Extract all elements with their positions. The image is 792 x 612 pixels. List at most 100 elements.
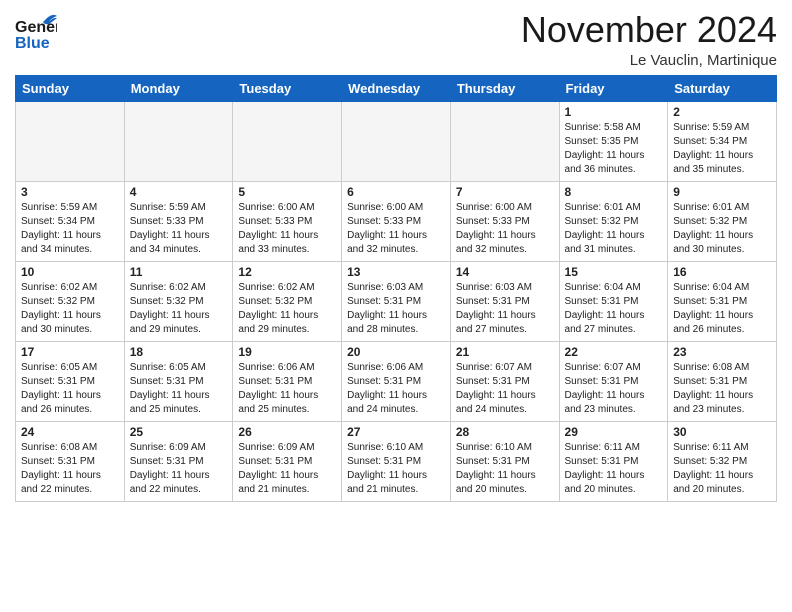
weekday-header-wednesday: Wednesday (342, 75, 451, 101)
calendar-cell: 9 Sunrise: 6:01 AM Sunset: 5:32 PM Daylig… (668, 181, 777, 261)
calendar-cell: 23Sunrise: 6:08 AM Sunset: 5:31 PM Dayli… (668, 341, 777, 421)
day-info: Sunrise: 6:05 AM Sunset: 5:31 PM Dayligh… (21, 361, 119, 417)
calendar-cell: 15Sunrise: 6:04 AM Sunset: 5:31 PM Dayli… (559, 261, 668, 341)
calendar-cell: 18 Sunrise: 6:05 AM Sunset: 5:31 PM Dayli… (124, 341, 233, 421)
day-number: 25 (130, 425, 228, 439)
calendar-cell: 10Sunrise: 6:02 AM Sunset: 5:32 PM Dayli… (16, 261, 125, 341)
day-number: 24 (21, 425, 119, 439)
day-info: Sunrise: 6:07 AM Sunset: 5:31 PM Dayligh… (565, 361, 663, 417)
day-number: 2 (673, 105, 771, 119)
day-number: 20 (347, 345, 445, 359)
calendar-cell: 11 Sunrise: 6:02 AM Sunset: 5:32 PM Dayli… (124, 261, 233, 341)
calendar: SundayMondayTuesdayWednesdayThursdayFrid… (15, 75, 777, 502)
day-number: 22 (565, 345, 663, 359)
day-info: Sunrise: 6:06 AM Sunset: 5:31 PM Dayligh… (347, 361, 445, 417)
header: General Blue November 2024 Le Vauclin, M… (15, 10, 777, 69)
calendar-cell: 6 Sunrise: 6:00 AM Sunset: 5:33 PM Daylig… (342, 181, 451, 261)
day-info: Sunrise: 6:10 AM Sunset: 5:31 PM Dayligh… (347, 441, 445, 497)
calendar-cell: 17 Sunrise: 6:05 AM Sunset: 5:31 PM Dayli… (16, 341, 125, 421)
calendar-cell: 20 Sunrise: 6:06 AM Sunset: 5:31 PM Dayli… (342, 341, 451, 421)
calendar-cell: 25 Sunrise: 6:09 AM Sunset: 5:31 PM Dayli… (124, 421, 233, 501)
day-info: Sunrise: 5:59 AM Sunset: 5:34 PM Dayligh… (673, 121, 771, 177)
day-number: 19 (238, 345, 336, 359)
calendar-cell: 29 Sunrise: 6:11 AM Sunset: 5:31 PM Dayli… (559, 421, 668, 501)
weekday-header-monday: Monday (124, 75, 233, 101)
day-info: Sunrise: 6:06 AM Sunset: 5:31 PM Dayligh… (238, 361, 336, 417)
day-info: Sunrise: 6:03 AM Sunset: 5:31 PM Dayligh… (347, 281, 445, 337)
calendar-cell: 1 Sunrise: 5:58 AM Sunset: 5:35 PM Daylig… (559, 101, 668, 181)
day-number: 7 (456, 185, 554, 199)
calendar-cell: 21 Sunrise: 6:07 AM Sunset: 5:31 PM Dayli… (450, 341, 559, 421)
day-info: Sunrise: 6:02 AM Sunset: 5:32 PM Dayligh… (130, 281, 228, 337)
calendar-cell: 16Sunrise: 6:04 AM Sunset: 5:31 PM Dayli… (668, 261, 777, 341)
calendar-cell: 27 Sunrise: 6:10 AM Sunset: 5:31 PM Dayli… (342, 421, 451, 501)
calendar-cell (233, 101, 342, 181)
calendar-cell: 26Sunrise: 6:09 AM Sunset: 5:31 PM Dayli… (233, 421, 342, 501)
day-number: 8 (565, 185, 663, 199)
calendar-header-row: SundayMondayTuesdayWednesdayThursdayFrid… (16, 75, 777, 101)
day-info: Sunrise: 6:09 AM Sunset: 5:31 PM Dayligh… (130, 441, 228, 497)
day-number: 21 (456, 345, 554, 359)
calendar-week-3: 17 Sunrise: 6:05 AM Sunset: 5:31 PM Dayli… (16, 341, 777, 421)
calendar-cell: 7 Sunrise: 6:00 AM Sunset: 5:33 PM Daylig… (450, 181, 559, 261)
calendar-cell: 13 Sunrise: 6:03 AM Sunset: 5:31 PM Dayli… (342, 261, 451, 341)
day-number: 23 (673, 345, 771, 359)
day-number: 6 (347, 185, 445, 199)
day-info: Sunrise: 6:05 AM Sunset: 5:31 PM Dayligh… (130, 361, 228, 417)
day-info: Sunrise: 6:09 AM Sunset: 5:31 PM Dayligh… (238, 441, 336, 497)
calendar-cell: 22 Sunrise: 6:07 AM Sunset: 5:31 PM Dayli… (559, 341, 668, 421)
calendar-cell (124, 101, 233, 181)
day-info: Sunrise: 6:04 AM Sunset: 5:31 PM Dayligh… (673, 281, 771, 337)
day-info: Sunrise: 6:02 AM Sunset: 5:32 PM Dayligh… (238, 281, 336, 337)
day-info: Sunrise: 6:07 AM Sunset: 5:31 PM Dayligh… (456, 361, 554, 417)
day-number: 1 (565, 105, 663, 119)
day-number: 4 (130, 185, 228, 199)
calendar-cell: 24Sunrise: 6:08 AM Sunset: 5:31 PM Dayli… (16, 421, 125, 501)
day-number: 10 (21, 265, 119, 279)
day-number: 9 (673, 185, 771, 199)
calendar-cell: 28Sunrise: 6:10 AM Sunset: 5:31 PM Dayli… (450, 421, 559, 501)
weekday-header-friday: Friday (559, 75, 668, 101)
logo: General Blue (15, 10, 57, 59)
day-info: Sunrise: 6:00 AM Sunset: 5:33 PM Dayligh… (238, 201, 336, 257)
month-title: November 2024 (521, 10, 777, 50)
day-number: 14 (456, 265, 554, 279)
calendar-cell (342, 101, 451, 181)
day-number: 5 (238, 185, 336, 199)
calendar-cell: 4 Sunrise: 5:59 AM Sunset: 5:33 PM Daylig… (124, 181, 233, 261)
day-info: Sunrise: 6:01 AM Sunset: 5:32 PM Dayligh… (565, 201, 663, 257)
day-number: 29 (565, 425, 663, 439)
day-info: Sunrise: 5:58 AM Sunset: 5:35 PM Dayligh… (565, 121, 663, 177)
weekday-header-sunday: Sunday (16, 75, 125, 101)
weekday-header-saturday: Saturday (668, 75, 777, 101)
calendar-week-4: 24Sunrise: 6:08 AM Sunset: 5:31 PM Dayli… (16, 421, 777, 501)
svg-text:Blue: Blue (15, 35, 50, 52)
location: Le Vauclin, Martinique (521, 52, 777, 69)
day-number: 11 (130, 265, 228, 279)
day-info: Sunrise: 6:11 AM Sunset: 5:31 PM Dayligh… (565, 441, 663, 497)
day-info: Sunrise: 6:00 AM Sunset: 5:33 PM Dayligh… (456, 201, 554, 257)
day-number: 28 (456, 425, 554, 439)
calendar-week-0: 1 Sunrise: 5:58 AM Sunset: 5:35 PM Daylig… (16, 101, 777, 181)
day-info: Sunrise: 6:00 AM Sunset: 5:33 PM Dayligh… (347, 201, 445, 257)
day-number: 18 (130, 345, 228, 359)
calendar-cell: 30 Sunrise: 6:11 AM Sunset: 5:32 PM Dayli… (668, 421, 777, 501)
day-info: Sunrise: 5:59 AM Sunset: 5:33 PM Dayligh… (130, 201, 228, 257)
day-number: 27 (347, 425, 445, 439)
calendar-cell: 3Sunrise: 5:59 AM Sunset: 5:34 PM Daylig… (16, 181, 125, 261)
page: General Blue November 2024 Le Vauclin, M… (0, 0, 792, 612)
calendar-cell (16, 101, 125, 181)
calendar-cell: 12Sunrise: 6:02 AM Sunset: 5:32 PM Dayli… (233, 261, 342, 341)
calendar-cell: 5 Sunrise: 6:00 AM Sunset: 5:33 PM Daylig… (233, 181, 342, 261)
calendar-cell: 14 Sunrise: 6:03 AM Sunset: 5:31 PM Dayli… (450, 261, 559, 341)
day-info: Sunrise: 6:11 AM Sunset: 5:32 PM Dayligh… (673, 441, 771, 497)
day-info: Sunrise: 6:04 AM Sunset: 5:31 PM Dayligh… (565, 281, 663, 337)
weekday-header-tuesday: Tuesday (233, 75, 342, 101)
calendar-week-1: 3Sunrise: 5:59 AM Sunset: 5:34 PM Daylig… (16, 181, 777, 261)
calendar-cell: 2 Sunrise: 5:59 AM Sunset: 5:34 PM Daylig… (668, 101, 777, 181)
day-number: 17 (21, 345, 119, 359)
day-number: 13 (347, 265, 445, 279)
day-number: 30 (673, 425, 771, 439)
day-info: Sunrise: 6:01 AM Sunset: 5:32 PM Dayligh… (673, 201, 771, 257)
day-info: Sunrise: 6:03 AM Sunset: 5:31 PM Dayligh… (456, 281, 554, 337)
